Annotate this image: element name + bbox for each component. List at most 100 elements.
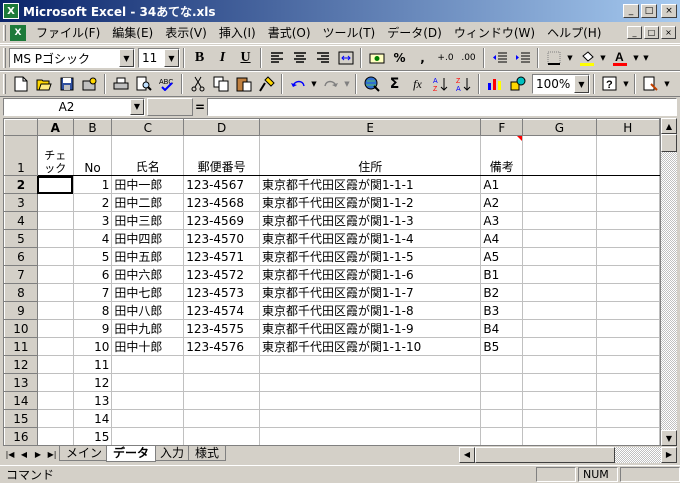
cell-address[interactable]: 東京都千代田区霞が関1-1-2 (259, 193, 482, 212)
cell-address[interactable] (259, 355, 482, 374)
column-header[interactable]: C (111, 119, 185, 136)
header-cell-zip[interactable]: 郵便番号 (183, 135, 261, 176)
cell[interactable] (522, 283, 597, 302)
cell-address[interactable]: 東京都千代田区霞が関1-1-6 (259, 265, 482, 284)
cell-address[interactable] (259, 373, 482, 392)
cell-no[interactable]: 2 (73, 193, 113, 212)
cell[interactable] (596, 229, 660, 248)
copy-button[interactable] (209, 73, 232, 95)
row-header[interactable]: 9 (4, 301, 38, 320)
bold-button[interactable]: B (188, 47, 211, 69)
chevron-down-icon[interactable]: ▼ (342, 73, 352, 95)
tab-data[interactable]: データ (106, 446, 157, 462)
cell[interactable] (522, 175, 597, 194)
cell-address[interactable]: 東京都千代田区霞が関1-1-4 (259, 229, 482, 248)
cell[interactable] (596, 355, 660, 374)
cell-zip[interactable]: 123-4573 (183, 283, 261, 302)
underline-button[interactable]: U (234, 47, 257, 69)
cell-address[interactable]: 東京都千代田区霞が関1-1-5 (259, 247, 482, 266)
paste-button[interactable] (232, 73, 255, 95)
decrease-decimal-button[interactable]: .00 (457, 47, 480, 69)
cell[interactable] (596, 135, 660, 176)
scroll-right-icon[interactable]: ▶ (661, 446, 677, 463)
toolbar-options-icon[interactable]: ▼ (662, 73, 672, 95)
cell[interactable] (596, 409, 660, 428)
prev-sheet-icon[interactable]: ◀ (17, 447, 31, 462)
tab-input[interactable]: 入力 (153, 446, 192, 461)
maximize-button[interactable]: □ (641, 4, 657, 18)
row-header[interactable]: 1 (4, 135, 38, 176)
cell-name[interactable]: 田中九郎 (111, 319, 185, 338)
cell-note[interactable]: B5 (480, 337, 524, 356)
menu-edit[interactable]: 編集(E) (106, 24, 159, 41)
cell-name[interactable]: 田中六郎 (111, 265, 185, 284)
row-header[interactable]: 16 (4, 427, 38, 445)
cell[interactable] (596, 193, 660, 212)
cell-zip[interactable]: 123-4568 (183, 193, 261, 212)
row-header[interactable]: 5 (4, 229, 38, 248)
cell-address[interactable]: 東京都千代田区霞が関1-1-8 (259, 301, 482, 320)
column-header[interactable]: B (72, 119, 113, 136)
fill-color-button[interactable] (575, 47, 598, 69)
menu-window[interactable]: ウィンドウ(W) (448, 24, 541, 41)
row-header[interactable]: 4 (4, 211, 38, 230)
cell[interactable] (596, 283, 660, 302)
cell-note[interactable]: A3 (480, 211, 524, 230)
chevron-down-icon[interactable]: ▼ (631, 47, 641, 69)
cell[interactable] (522, 337, 597, 356)
cell-name[interactable] (111, 391, 185, 410)
row-header[interactable]: 7 (4, 265, 38, 284)
cell-name[interactable] (111, 427, 185, 445)
cell-zip[interactable] (183, 373, 261, 392)
cell-note[interactable]: A1 (480, 175, 524, 194)
cell[interactable] (522, 409, 597, 428)
cell-name[interactable] (111, 355, 185, 374)
chevron-down-icon[interactable]: ▼ (574, 75, 589, 93)
row-header[interactable]: 10 (4, 319, 38, 338)
cell-zip[interactable]: 123-4576 (183, 337, 261, 356)
cell[interactable] (596, 265, 660, 284)
cell-no[interactable]: 7 (73, 283, 113, 302)
workbook-icon[interactable]: X (10, 24, 26, 41)
cell-check[interactable] (37, 301, 74, 320)
cell-zip[interactable]: 123-4572 (183, 265, 261, 284)
header-cell-check[interactable]: チェック (37, 135, 74, 176)
cell-zip[interactable] (183, 409, 261, 428)
column-header[interactable]: D (183, 119, 261, 136)
cell[interactable] (596, 319, 660, 338)
cell-address[interactable]: 東京都千代田区霞が関1-1-1 (259, 175, 482, 194)
column-header[interactable]: G (522, 119, 597, 136)
cell-check[interactable] (37, 355, 74, 374)
cell-address[interactable]: 東京都千代田区霞が関1-1-3 (259, 211, 482, 230)
align-left-button[interactable] (265, 47, 288, 69)
minimize-button[interactable]: _ (623, 4, 639, 18)
cell-check[interactable] (37, 175, 74, 194)
cell[interactable] (596, 211, 660, 230)
vertical-scrollbar[interactable]: ▲ ▼ (661, 118, 677, 446)
spelling-button[interactable]: ABC (155, 73, 178, 95)
header-cell-address[interactable]: 住所 (259, 135, 482, 176)
row-header[interactable]: 14 (4, 391, 38, 410)
cell-no[interactable]: 1 (73, 175, 113, 194)
cell-name[interactable] (111, 373, 185, 392)
font-name-select[interactable]: MS Pゴシック ▼ (9, 48, 135, 68)
cell[interactable] (522, 301, 597, 320)
autosum-button[interactable]: Σ (383, 73, 406, 95)
increase-indent-button[interactable] (511, 47, 534, 69)
cell-note[interactable] (480, 391, 524, 410)
cell-name[interactable]: 田中八郎 (111, 301, 185, 320)
cell-name[interactable]: 田中十郎 (111, 337, 185, 356)
cell-address[interactable]: 東京都千代田区霞が関1-1-7 (259, 283, 482, 302)
cell-no[interactable]: 14 (73, 409, 113, 428)
help-button[interactable]: ? (598, 73, 621, 95)
toolbar-options-icon[interactable]: ▼ (641, 47, 651, 69)
excel-app-icon[interactable]: X (3, 3, 19, 19)
cell-address[interactable]: 東京都千代田区霞が関1-1-9 (259, 319, 482, 338)
column-header[interactable]: H (595, 119, 660, 136)
italic-button[interactable]: I (211, 47, 234, 69)
cell-check[interactable] (37, 211, 74, 230)
chart-wizard-button[interactable] (483, 73, 506, 95)
drawing-button[interactable] (506, 73, 529, 95)
cell-check[interactable] (37, 319, 74, 338)
cell-check[interactable] (37, 229, 74, 248)
